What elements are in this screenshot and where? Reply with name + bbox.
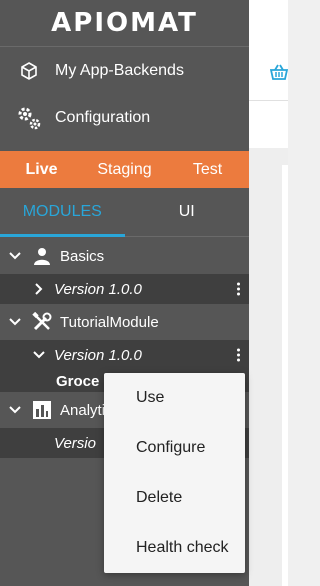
logo: APIOMAT [0,0,249,47]
tree-label-basics-version: Version 1.0.0 [54,280,142,298]
logo-text: APIOMAT [51,8,198,38]
environment-tabs: Live Staging Test [0,151,249,188]
tree-item-tutorialmodule[interactable]: TutorialModule [0,304,249,340]
cube-icon [16,58,42,84]
menu-item-health-check[interactable]: Health check [104,523,245,573]
chevron-down-icon[interactable] [6,406,24,414]
main-header [249,0,288,101]
tab-modules[interactable]: MODULES [0,188,125,237]
tree-label-tutorial-version: Version 1.0.0 [54,346,142,364]
sub-tabs: MODULES UI [0,188,249,237]
tree-item-tutorial-version[interactable]: Version 1.0.0 [0,340,249,370]
basket-icon[interactable] [269,64,289,85]
tab-live[interactable]: Live [0,151,83,188]
main-card [282,165,288,586]
context-menu: Use Configure Delete Health check [104,373,245,573]
tools-icon [30,311,54,333]
chevron-down-icon[interactable] [30,351,48,359]
kebab-menu-icon[interactable] [235,348,241,362]
nav-my-app-backends[interactable]: My App-Backends [0,47,249,94]
tree-label-groce: Groce [56,372,100,390]
tree-item-basics[interactable]: Basics [0,238,249,274]
tree-label-analytics-version: Versio [54,434,96,452]
nav-configuration[interactable]: Configuration [0,94,249,141]
chevron-right-icon[interactable] [30,283,48,295]
tab-staging[interactable]: Staging [83,151,166,188]
menu-item-use[interactable]: Use [104,373,245,423]
chevron-down-icon[interactable] [6,318,24,326]
main-subheader [249,101,288,148]
kebab-menu-icon[interactable] [235,282,241,296]
gears-icon [16,105,42,131]
tree-label-tutorialmodule: TutorialModule [60,313,159,331]
nav-label-my-app-backends: My App-Backends [55,61,184,79]
tab-test[interactable]: Test [166,151,249,188]
menu-item-configure[interactable]: Configure [104,423,245,473]
bar-chart-icon [30,399,54,421]
nav-label-configuration: Configuration [55,108,151,126]
tree-item-basics-version[interactable]: Version 1.0.0 [0,274,249,304]
tree-label-analytics: Analyti [60,401,106,419]
chevron-down-icon[interactable] [6,252,24,260]
tree-label-basics: Basics [60,247,105,265]
tab-ui[interactable]: UI [125,188,250,236]
person-icon [30,245,54,267]
menu-item-delete[interactable]: Delete [104,473,245,523]
